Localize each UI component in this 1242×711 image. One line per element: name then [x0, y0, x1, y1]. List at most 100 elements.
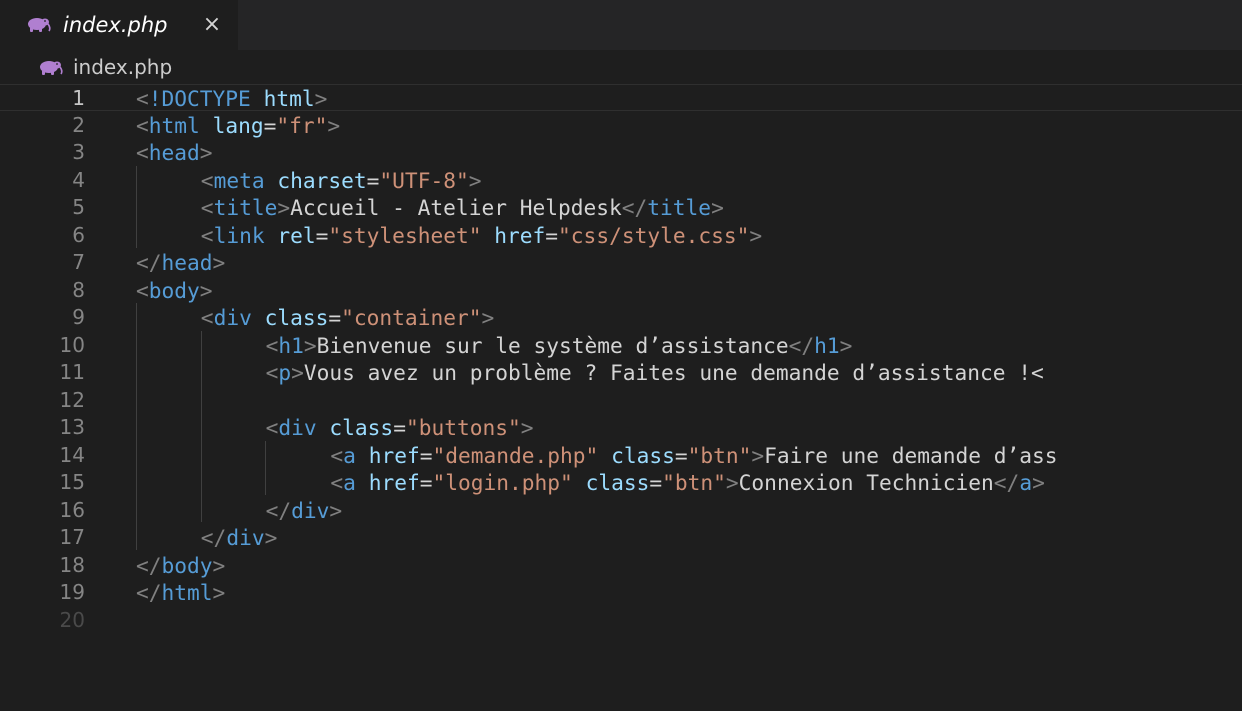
code-content: </div> — [201, 524, 278, 551]
code-token-tag: !DOCTYPE — [148, 86, 251, 111]
code-line[interactable]: 17 </div> — [0, 524, 1242, 551]
line-number: 5 — [72, 195, 85, 219]
code-line[interactable]: 19 </html> — [0, 579, 1242, 606]
code-token-eq: = — [393, 415, 406, 440]
code-token-attr: rel — [277, 222, 316, 248]
code-token-attr: href — [368, 442, 420, 468]
code-token-eq: = — [328, 305, 342, 330]
code-token-punc: < — [200, 222, 214, 248]
code-token-punc: > — [520, 415, 534, 440]
code-token-tag: body — [148, 277, 200, 303]
code-editor[interactable]: 1 <!DOCTYPE html> 2 <html lang="fr"> 3 <head>… — [0, 84, 1242, 711]
code-token-str: "btn" — [662, 470, 726, 495]
line-number: 19 — [59, 580, 85, 604]
code-token-str: "fr" — [276, 112, 328, 138]
code-line[interactable]: 14 <a href="demande.php" class="btn">Fair… — [0, 442, 1242, 469]
code-token-tag: a — [343, 442, 356, 468]
code-token-tag: p — [278, 360, 292, 385]
code-token-punc: > — [327, 112, 341, 138]
code-token-txt: Faire une demande d’ass — [764, 442, 1058, 468]
code-token-punc: > — [468, 167, 482, 193]
code-token-punc: > — [277, 195, 291, 220]
code-line[interactable]: 11 <p>Vous avez un problème ? Faites une … — [0, 359, 1242, 386]
line-number: 1 — [72, 86, 85, 110]
code-line[interactable]: 13 <div class="buttons"> — [0, 414, 1242, 441]
code-token-str: "UTF-8" — [379, 167, 469, 193]
code-content: <title>Accueil - Atelier Helpdesk</title… — [201, 194, 724, 221]
code-token-attr: href — [494, 222, 546, 248]
code-token-eq: = — [366, 167, 380, 193]
code-token-punc: </ — [136, 552, 162, 578]
code-token-str: "container" — [341, 305, 482, 330]
code-token-punc: < — [136, 277, 149, 303]
code-line[interactable]: 8 <body> — [0, 277, 1242, 304]
code-token-punc: > — [212, 250, 226, 275]
code-token-eq: = — [674, 442, 688, 468]
code-token-eq: = — [263, 112, 277, 138]
code-token-eq: = — [649, 470, 663, 495]
code-line[interactable]: 16 </div> — [0, 497, 1242, 524]
code-token-punc: > — [212, 552, 226, 578]
code-token-tag: title — [213, 195, 278, 220]
code-line[interactable]: 5 <title>Accueil - Atelier Helpdesk</titl… — [0, 194, 1242, 221]
code-token-tag: div — [291, 497, 330, 523]
breadcrumb: index.php — [0, 50, 1242, 84]
php-elephant-icon — [28, 18, 51, 32]
code-token-str: "login.php" — [432, 470, 573, 495]
code-line[interactable]: 20 — [0, 607, 1242, 634]
code-token-tag: meta — [213, 167, 265, 193]
code-content: <!DOCTYPE html> — [136, 85, 327, 112]
code-token-tag: a — [343, 470, 356, 495]
code-line[interactable]: 10 <h1>Bienvenue sur le système d’assista… — [0, 332, 1242, 359]
code-token-punc: > — [199, 277, 213, 303]
code-line[interactable]: 2 <html lang="fr"> — [0, 112, 1242, 139]
code-content: <div class="container"> — [201, 304, 494, 331]
breadcrumb-file-label[interactable]: index.php — [73, 52, 172, 82]
code-token-punc: > — [481, 305, 495, 330]
line-number: 15 — [59, 470, 85, 494]
code-token-punc: > — [1032, 470, 1045, 495]
line-number: 10 — [59, 332, 85, 357]
line-number: 4 — [72, 167, 85, 192]
code-token-punc: < — [136, 112, 149, 138]
code-token-punc: > — [264, 525, 278, 550]
code-content: <a href="demande.php" class="btn">Faire … — [330, 442, 1057, 469]
code-token-str: "btn" — [687, 442, 752, 468]
tab-index-php[interactable]: index.php × — [0, 0, 238, 50]
code-token-punc: > — [839, 332, 853, 358]
code-token-punc: < — [265, 332, 279, 358]
code-content: </div> — [266, 497, 343, 524]
code-token-str: "buttons" — [405, 415, 521, 440]
line-number: 18 — [59, 552, 85, 577]
code-line[interactable]: 7 </head> — [0, 249, 1242, 276]
line-number: 13 — [59, 415, 85, 439]
code-token-punc: </ — [136, 580, 162, 605]
code-line[interactable]: 1 <!DOCTYPE html> — [0, 84, 1242, 111]
code-content: </body> — [136, 552, 225, 579]
code-line[interactable]: 12 — [0, 387, 1242, 414]
code-line[interactable]: 15 <a href="login.php" class="btn">Connex… — [0, 469, 1242, 496]
code-line[interactable]: 4 <meta charset="UTF-8"> — [0, 167, 1242, 194]
code-line[interactable]: 3 <head> — [0, 139, 1242, 166]
code-token-punc: </ — [200, 525, 227, 550]
close-icon[interactable]: × — [200, 10, 224, 40]
code-token-punc: > — [725, 470, 739, 495]
code-token-punc: < — [330, 470, 344, 495]
code-token-attr: class — [264, 305, 329, 330]
code-token-punc: < — [136, 86, 149, 111]
code-content: <h1>Bienvenue sur le système d’assistanc… — [266, 332, 853, 359]
code-token-str: "css/style.css" — [558, 222, 750, 248]
code-token-punc: > — [199, 140, 213, 165]
code-line[interactable]: 6 <link rel="stylesheet" href="css/style.… — [0, 222, 1242, 249]
code-line[interactable]: 9 <div class="container"> — [0, 304, 1242, 331]
code-line[interactable]: 18 </body> — [0, 552, 1242, 579]
code-token-punc: </ — [993, 470, 1020, 495]
code-content: <head> — [136, 139, 213, 166]
code-token-tag: title — [647, 195, 712, 220]
